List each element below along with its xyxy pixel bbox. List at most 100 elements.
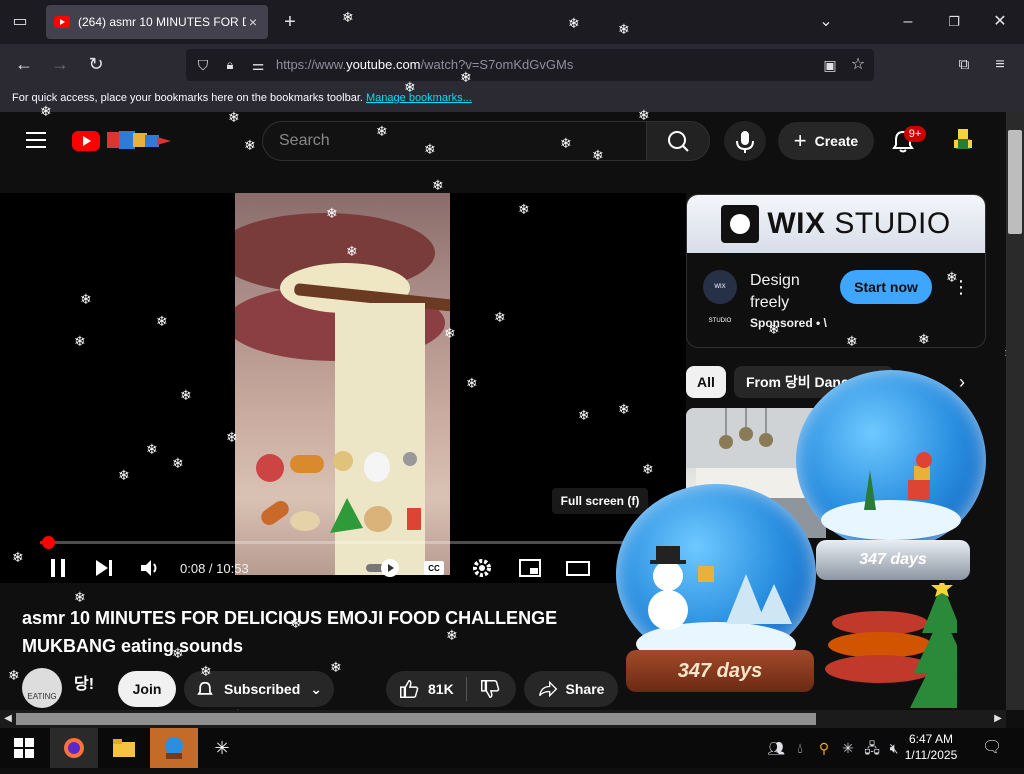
volume-icon[interactable] bbox=[138, 556, 162, 580]
share-label: Share bbox=[565, 681, 605, 697]
subscribed-label: Subscribed bbox=[224, 681, 301, 697]
url-text[interactable]: https://www.youtube.com/watch?v=S7omKdGv… bbox=[276, 57, 573, 72]
people-tray-icon[interactable]: 👥︎ bbox=[766, 738, 786, 758]
next-icon[interactable] bbox=[92, 556, 116, 580]
scroll-left-icon[interactable]: ◀ bbox=[0, 710, 16, 728]
snowflake-icon: ❄ bbox=[172, 455, 184, 471]
snow-globe-small-base: 347 days bbox=[626, 650, 814, 692]
menu-hamburger-icon[interactable] bbox=[26, 132, 46, 148]
snowflake-icon: ❄ bbox=[342, 9, 354, 25]
search-tray-icon[interactable]: ⚲ bbox=[814, 738, 834, 758]
progress-track[interactable] bbox=[40, 541, 640, 544]
settings-gear-icon[interactable] bbox=[470, 556, 494, 580]
permissions-icon[interactable]: ⚌ bbox=[248, 55, 268, 75]
create-button[interactable]: + Create bbox=[778, 122, 874, 160]
video-frame[interactable] bbox=[235, 193, 450, 575]
back-icon[interactable]: ← bbox=[14, 54, 34, 74]
file-explorer-taskbar-icon[interactable] bbox=[100, 728, 148, 768]
bookmarks-hint: For quick access, place your bookmarks h… bbox=[12, 92, 363, 104]
youtube-doodle-icon[interactable] bbox=[107, 129, 171, 151]
snowflake-icon: ❄ bbox=[376, 123, 388, 139]
vertical-scroll-thumb[interactable] bbox=[1008, 130, 1022, 234]
channel-name[interactable]: 당! bbox=[74, 670, 94, 694]
snowflake-icon: ❄ bbox=[946, 269, 958, 285]
search-input[interactable]: Search bbox=[262, 121, 646, 161]
channel-avatar[interactable]: EATING bbox=[22, 668, 62, 708]
lock-icon[interactable]: 🔒︎ bbox=[220, 55, 240, 75]
tab-list-icon[interactable]: ▭ bbox=[10, 12, 30, 32]
voice-search-button[interactable] bbox=[724, 121, 766, 161]
like-count: 81K bbox=[428, 681, 454, 697]
bookmark-star-icon[interactable]: ☆ bbox=[848, 55, 868, 75]
notifications-badge: 9+ bbox=[904, 126, 926, 142]
close-tab-icon[interactable]: × bbox=[246, 14, 260, 30]
close-window-icon[interactable]: ✕ bbox=[990, 12, 1010, 32]
url-path: /watch?v=S7omKdGvGMs bbox=[420, 57, 574, 72]
microphone-icon bbox=[736, 131, 754, 153]
tab-active[interactable]: (264) asmr 10 MINUTES FOR DE × bbox=[46, 5, 268, 39]
thumbs-up-icon[interactable] bbox=[398, 678, 420, 700]
snowflake-icon: ❄ bbox=[568, 15, 580, 31]
youtube-logo-icon[interactable] bbox=[72, 131, 100, 151]
horizontal-scroll-thumb[interactable] bbox=[16, 713, 816, 725]
clock-time: 6:47 AM bbox=[908, 732, 954, 746]
manage-bookmarks-link[interactable]: Manage bookmarks... bbox=[366, 92, 472, 104]
snowflake-icon: ❄ bbox=[80, 291, 92, 307]
video-content-image bbox=[235, 213, 450, 575]
network-icon[interactable]: 🖧︎ bbox=[862, 738, 882, 758]
snowflake-icon: ❄ bbox=[326, 205, 338, 221]
snowflake-icon: ❄ bbox=[74, 589, 86, 605]
droplet-tray-icon[interactable]: 💧︎ bbox=[790, 738, 810, 758]
picture-in-picture-icon[interactable]: ▣ bbox=[820, 55, 840, 75]
windows-start-icon[interactable] bbox=[14, 738, 34, 758]
like-dislike-group[interactable]: 81K bbox=[386, 671, 516, 707]
ad-headline: Design freely bbox=[750, 270, 800, 314]
snowflake-icon: ❄ bbox=[618, 401, 630, 417]
snowflake-icon: ❄ bbox=[560, 135, 572, 151]
pause-icon[interactable] bbox=[46, 556, 70, 580]
clock[interactable]: 6:47 AM 1/11/2025 bbox=[900, 731, 962, 763]
snowflake-icon: ❄ bbox=[432, 177, 444, 193]
join-button[interactable]: Join bbox=[118, 671, 176, 707]
extensions-icon[interactable]: ⧉ bbox=[954, 55, 974, 75]
snowflake-icon: ❄ bbox=[642, 461, 654, 477]
captions-icon[interactable]: CC bbox=[422, 556, 446, 580]
snowflake-icon: ❄ bbox=[40, 103, 52, 119]
firefox-taskbar-icon[interactable] bbox=[50, 728, 98, 768]
miniplayer-icon[interactable] bbox=[518, 556, 542, 580]
reload-icon[interactable]: ↻ bbox=[86, 54, 106, 74]
scroll-right-icon[interactable]: ▶ bbox=[990, 710, 1006, 728]
search-button[interactable] bbox=[646, 121, 710, 161]
forward-icon[interactable]: → bbox=[50, 54, 70, 74]
menu-icon[interactable]: ≡ bbox=[990, 55, 1010, 75]
snowflake-icon: ❄ bbox=[12, 549, 24, 565]
progress-scrubber[interactable] bbox=[42, 536, 55, 549]
snowflake-icon: ❄ bbox=[768, 321, 780, 337]
account-avatar[interactable] bbox=[950, 127, 976, 153]
notifications-center-icon[interactable]: 🗨︎ bbox=[982, 738, 1002, 758]
ad-banner[interactable]: WIX STUDIO bbox=[687, 195, 985, 253]
autoplay-toggle-icon[interactable] bbox=[364, 556, 402, 580]
snowflake-icon: ❄ bbox=[424, 141, 436, 157]
new-tab-button[interactable]: + bbox=[280, 12, 300, 32]
snowflake-icon: ❄ bbox=[330, 659, 342, 675]
snowflake-icon: ❄ bbox=[618, 21, 630, 37]
theater-mode-icon[interactable] bbox=[566, 556, 590, 580]
thumbs-down-icon[interactable] bbox=[479, 678, 501, 700]
snowflake-app-taskbar-icon[interactable]: ✳ bbox=[198, 728, 246, 768]
restore-icon[interactable]: ❐ bbox=[944, 12, 964, 32]
minimize-icon[interactable]: – bbox=[898, 12, 918, 32]
shield-icon[interactable]: ⛉ bbox=[193, 55, 213, 75]
search-placeholder: Search bbox=[279, 132, 330, 149]
snow-globe-scene bbox=[821, 452, 961, 540]
list-all-tabs-icon[interactable]: ⌄ bbox=[816, 12, 836, 32]
start-now-button[interactable]: Start now bbox=[840, 270, 932, 304]
advertiser-icon[interactable]: WIX STUDIO bbox=[703, 270, 737, 324]
snowflake-icon: ❄ bbox=[172, 645, 184, 661]
chip-all[interactable]: All bbox=[686, 366, 726, 398]
snowflake-tray-icon[interactable]: ✳ bbox=[838, 738, 858, 758]
ad-brand-light: STUDIO bbox=[834, 207, 951, 240]
desktop-app-taskbar-icon[interactable] bbox=[150, 728, 198, 768]
snowflake-icon: ❄ bbox=[578, 407, 590, 423]
share-button[interactable]: Share bbox=[524, 671, 618, 707]
